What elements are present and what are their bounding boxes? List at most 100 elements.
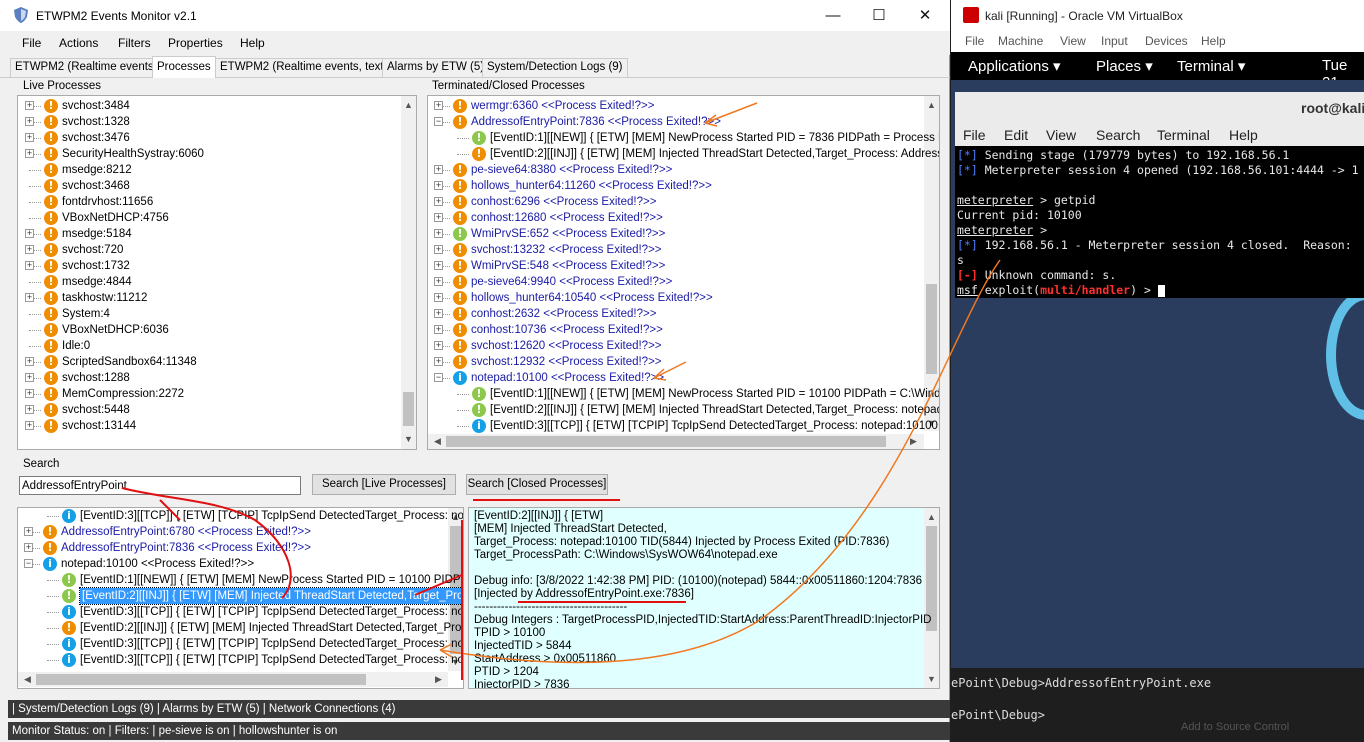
tree-row[interactable]: ! [EventID:1][[NEW]] { [ETW] [MEM] NewPro…	[18, 572, 463, 588]
expand-icon[interactable]: +	[25, 101, 34, 110]
scroll-up-icon[interactable]: ▲	[924, 98, 939, 113]
vbox-menu-help[interactable]: Help	[1201, 34, 1226, 48]
tree-row[interactable]: i [EventID:3][[TCP]] { [ETW] [TCPIP] TcpI…	[428, 418, 938, 434]
vbox-menu-view[interactable]: View	[1060, 34, 1086, 48]
term-menu-terminal[interactable]: Terminal	[1157, 127, 1210, 143]
menu-file[interactable]: File	[22, 36, 41, 50]
expand-icon[interactable]: +	[434, 197, 443, 206]
tree-row[interactable]: +! svchost:1288	[18, 370, 398, 386]
terminal-window[interactable]: root@kali File Edit View Search Terminal…	[955, 92, 1364, 298]
expand-icon[interactable]: +	[434, 309, 443, 318]
tree-row[interactable]: +! WmiPrvSE:652 <<Process Exited!?>>	[428, 226, 922, 242]
expand-icon[interactable]: +	[25, 389, 34, 398]
tree-row[interactable]: +! AddressofEntryPoint:7836 <<Process Exi…	[18, 540, 446, 556]
tree-row[interactable]: ! [EventID:1][[NEW]] { [ETW] [MEM] NewPro…	[428, 386, 939, 402]
tree-row[interactable]: ! [EventID:1][[NEW]] { [ETW] [MEM] NewPro…	[428, 130, 939, 146]
search-results-tree[interactable]: ▲ ▼ ◀ ▶ i [EventID:3][[TCP]] { [ETW] [TCP…	[17, 507, 464, 689]
scroll-up-icon[interactable]: ▲	[401, 98, 416, 113]
tree-row[interactable]: i [EventID:3][[TCP]] { [ETW] [TCPIP] TcpI…	[18, 652, 463, 668]
terminal-output[interactable]: [*] Sending stage (179779 bytes) to 192.…	[955, 146, 1364, 298]
tab-alarms[interactable]: Alarms by ETW (5)	[382, 58, 490, 77]
tree-row[interactable]: +! svchost:3476	[18, 130, 398, 146]
tree-row[interactable]: +! svchost:12620 <<Process Exited!?>>	[428, 338, 922, 354]
tab-detection-logs[interactable]: System/Detection Logs (9)	[482, 58, 628, 77]
expand-icon[interactable]: +	[25, 245, 34, 254]
tree-row[interactable]: ! [EventID:2][[INJ]] { [ETW] [MEM] Inject…	[18, 620, 463, 636]
search-closed-button[interactable]: Search [Closed Processes]	[466, 474, 608, 495]
closed-processes-tree[interactable]: ▲ ▼ ◀ ▶ +! wermgr:6360 <<Process Exited!?…	[427, 95, 940, 450]
expand-icon[interactable]: +	[25, 405, 34, 414]
tree-row[interactable]: ! [EventID:2][[INJ]] { [ETW] [MEM] Inject…	[18, 587, 463, 605]
tree-row[interactable]: +! conhost:10736 <<Process Exited!?>>	[428, 322, 922, 338]
expand-icon[interactable]: +	[25, 133, 34, 142]
expand-icon[interactable]: +	[25, 117, 34, 126]
collapse-icon[interactable]: −	[434, 373, 443, 382]
terminal-title-bar[interactable]: root@kali	[955, 92, 1364, 124]
minimize-button[interactable]: —	[810, 0, 856, 31]
tab-realtime-events[interactable]: ETWPM2 (Realtime events)	[10, 58, 163, 77]
scroll-left-icon[interactable]: ◀	[20, 672, 35, 687]
tree-row[interactable]: +! taskhostw:11212	[18, 290, 398, 306]
menu-properties[interactable]: Properties	[168, 36, 223, 50]
tree-row[interactable]: ! VBoxNetDHCP:4756	[18, 210, 398, 226]
expand-icon[interactable]: +	[434, 261, 443, 270]
vbox-menu-file[interactable]: File	[965, 34, 984, 48]
tree-row[interactable]: − i notepad:10100 <<Process Exited!?>>	[428, 370, 922, 386]
term-menu-help[interactable]: Help	[1229, 127, 1258, 143]
expand-icon[interactable]: +	[24, 527, 33, 536]
tree-row[interactable]: −! AddressofEntryPoint:7836 <<Process Exi…	[428, 114, 922, 130]
tree-row[interactable]: +! MemCompression:2272	[18, 386, 398, 402]
term-menu-edit[interactable]: Edit	[1004, 127, 1028, 143]
tree-row[interactable]: +! hollows_hunter64:11260 <<Process Exite…	[428, 178, 922, 194]
tree-row[interactable]: +! conhost:12680 <<Process Exited!?>>	[428, 210, 922, 226]
expand-icon[interactable]: +	[434, 101, 443, 110]
maximize-button[interactable]: ☐	[856, 0, 902, 31]
menu-actions[interactable]: Actions	[59, 36, 98, 50]
search-live-button[interactable]: Search [Live Processes]	[312, 474, 456, 495]
results-hscroll[interactable]: ◀ ▶	[18, 672, 448, 687]
tree-row[interactable]: +! svchost:720	[18, 242, 398, 258]
scroll-thumb[interactable]	[403, 392, 414, 426]
expand-icon[interactable]: +	[24, 543, 33, 552]
collapse-icon[interactable]: −	[24, 559, 33, 568]
scroll-down-icon[interactable]: ▼	[924, 672, 939, 687]
tree-row[interactable]: +! svchost:1328	[18, 114, 398, 130]
scroll-up-icon[interactable]: ▲	[924, 510, 939, 525]
tree-row[interactable]: ! msedge:8212	[18, 162, 398, 178]
tree-row[interactable]: ! fontdrvhost:11656	[18, 194, 398, 210]
tree-row[interactable]: +! WmiPrvSE:548 <<Process Exited!?>>	[428, 258, 922, 274]
expand-icon[interactable]: +	[434, 325, 443, 334]
tree-row[interactable]: +! svchost:13232 <<Process Exited!?>>	[428, 242, 922, 258]
tree-row[interactable]: i [EventID:3][[TCP]] { [ETW] [TCPIP] TcpI…	[18, 636, 463, 652]
menu-filters[interactable]: Filters	[118, 36, 151, 50]
menu-help[interactable]: Help	[240, 36, 265, 50]
tree-row[interactable]: +! pe-sieve64:9940 <<Process Exited!?>>	[428, 274, 922, 290]
tree-row[interactable]: ! svchost:3468	[18, 178, 398, 194]
applications-menu[interactable]: Applications ▾	[968, 57, 1061, 75]
title-bar[interactable]: ETWPM2 Events Monitor v2.1 — ☐ ✕	[0, 0, 950, 31]
tree-row[interactable]: +! pe-sieve64:8380 <<Process Exited!?>>	[428, 162, 922, 178]
tree-row[interactable]: +! hollows_hunter64:10540 <<Process Exite…	[428, 290, 922, 306]
tab-processes[interactable]: Processes	[152, 56, 216, 78]
tree-row[interactable]: +! svchost:5448	[18, 402, 398, 418]
tree-row[interactable]: +! msedge:5184	[18, 226, 398, 242]
live-processes-tree[interactable]: ▲ ▼ +! svchost:3484 +! svchost:1328 +! svchos…	[17, 95, 417, 450]
scroll-thumb[interactable]	[446, 436, 886, 447]
tree-row[interactable]: ! msedge:4844	[18, 274, 398, 290]
tree-row[interactable]: +! svchost:12932 <<Process Exited!?>>	[428, 354, 922, 370]
tree-row[interactable]: +! ScriptedSandbox64:11348	[18, 354, 398, 370]
event-details-panel[interactable]: ▲ ▼ [EventID:2][[INJ]] { [ETW] [MEM] Inje…	[468, 507, 940, 689]
tab-realtime-events-text[interactable]: ETWPM2 (Realtime events, text)	[215, 58, 393, 77]
expand-icon[interactable]: +	[25, 261, 34, 270]
search-input[interactable]	[19, 476, 301, 495]
tree-row[interactable]: +! svchost:3484	[18, 98, 398, 114]
closed-hscroll[interactable]: ◀ ▶	[428, 434, 924, 449]
tree-row[interactable]: +! conhost:2632 <<Process Exited!?>>	[428, 306, 922, 322]
expand-icon[interactable]: +	[434, 181, 443, 190]
term-menu-file[interactable]: File	[963, 127, 986, 143]
expand-icon[interactable]: +	[25, 373, 34, 382]
scroll-thumb[interactable]	[36, 674, 366, 685]
tree-row[interactable]: +! svchost:1732	[18, 258, 398, 274]
scroll-right-icon[interactable]: ▶	[431, 672, 446, 687]
expand-icon[interactable]: +	[25, 357, 34, 366]
